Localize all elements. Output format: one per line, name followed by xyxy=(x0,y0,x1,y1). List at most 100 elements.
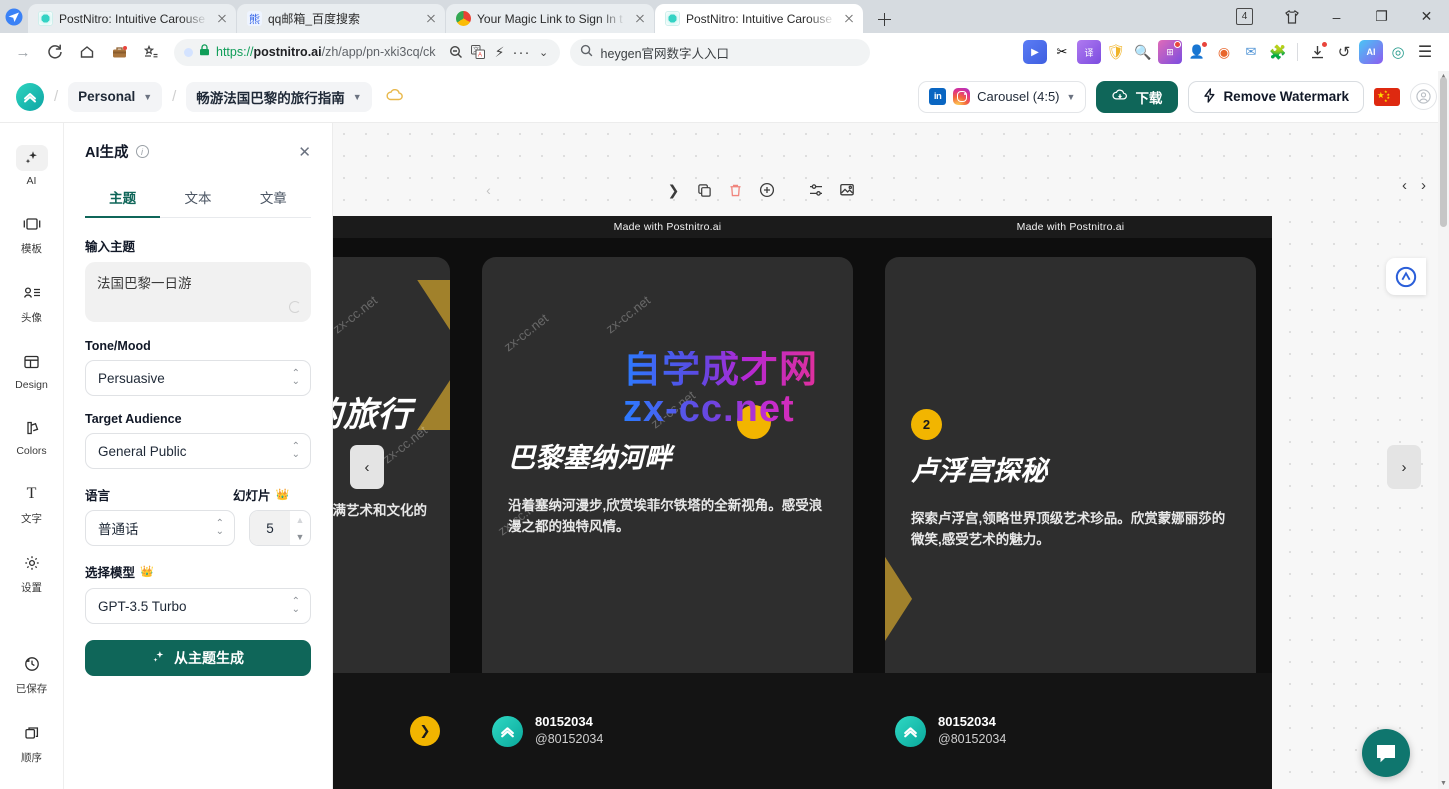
video-icon[interactable]: ▶ xyxy=(1023,40,1047,64)
generate-from-topic-button[interactable]: 从主题生成 xyxy=(85,640,311,676)
close-icon[interactable] xyxy=(423,11,439,27)
tab-article[interactable]: 文章 xyxy=(236,180,311,217)
user-avatar-icon[interactable] xyxy=(1410,83,1437,110)
bookmark-star-icon[interactable] xyxy=(136,37,166,67)
chevron-left-icon[interactable]: ‹ xyxy=(480,182,497,199)
sidebar-item-avatar[interactable]: 头像 xyxy=(4,274,60,331)
translate-card-icon[interactable]: 译 xyxy=(1077,40,1101,64)
image-add-icon[interactable] xyxy=(838,182,855,199)
undo-icon[interactable]: ↺ xyxy=(1332,40,1356,64)
zoom-out-icon[interactable] xyxy=(446,42,466,62)
language-select[interactable]: 普通话 ⌃ ⌄ xyxy=(85,510,235,546)
scrollbar-thumb[interactable] xyxy=(1440,77,1447,227)
aspect-ratio-selector[interactable]: in Carousel (4:5) ▼ xyxy=(918,80,1087,113)
ai-icon[interactable]: AI xyxy=(1359,40,1383,64)
carousel-next-button[interactable]: › xyxy=(1387,445,1421,489)
tab-topic[interactable]: 主题 xyxy=(85,180,161,218)
download-button[interactable]: 下载 xyxy=(1096,80,1179,113)
sidebar-item-ai[interactable]: AI xyxy=(4,139,60,193)
browser-tab-2[interactable]: 熊 qq邮箱_百度搜索 xyxy=(237,4,445,33)
postnitro-badge-icon[interactable] xyxy=(1386,258,1426,295)
trash-icon[interactable] xyxy=(727,182,744,199)
sidebar-item-design[interactable]: Design xyxy=(4,343,60,397)
close-icon[interactable] xyxy=(632,11,648,27)
sidebar-item-templates[interactable]: 模板 xyxy=(4,205,60,262)
chevron-right-icon[interactable]: ❯ xyxy=(665,182,682,199)
remove-watermark-button[interactable]: Remove Watermark xyxy=(1188,80,1364,113)
puzzle-icon[interactable]: 🧩 xyxy=(1266,40,1290,64)
carousel-canvas: Made with Postnitro.ai ❯ zx-cc.net zx-cc… xyxy=(333,123,1438,789)
translate-icon[interactable]: 文A xyxy=(468,42,488,62)
pager-prev-icon[interactable]: ‹ xyxy=(1402,177,1407,194)
home-icon[interactable] xyxy=(72,37,102,67)
search-input[interactable]: heygen官网数字人入口 xyxy=(569,38,870,66)
sidebar-item-settings[interactable]: 设置 xyxy=(4,544,60,601)
grid-chat-icon[interactable]: ⊞ xyxy=(1158,40,1182,64)
scissors-icon[interactable]: ✂ xyxy=(1050,40,1074,64)
watermark-dot-decoration xyxy=(737,405,771,439)
sliders-icon[interactable] xyxy=(807,182,824,199)
arrow-right-icon[interactable]: → xyxy=(8,37,38,67)
stepper-up-icon[interactable]: ▲ xyxy=(290,511,310,528)
browser-tab-4-active[interactable]: PostNitro: Intuitive Carouse xyxy=(655,4,863,33)
mail-icon[interactable]: ✉ xyxy=(1239,40,1263,64)
close-icon[interactable]: ✕ xyxy=(298,143,311,161)
slide-surface-3[interactable]: ❯ 2 卢浮宫探秘 探索卢浮宫,领略世界顶级艺术珍品。欣赏蒙娜丽莎的微笑,感受艺… xyxy=(869,238,1272,673)
scroll-down-arrow[interactable]: ▼ xyxy=(1440,780,1447,787)
sidebar-item-colors[interactable]: Colors xyxy=(4,409,60,463)
chevron-right-icon[interactable]: ❯ xyxy=(410,716,440,746)
stepper-down-icon[interactable]: ▼ xyxy=(290,528,310,545)
briefcase-icon[interactable] xyxy=(104,37,134,67)
duplicate-icon[interactable] xyxy=(696,182,713,199)
cn-flag[interactable]: ★ ★ ★ ★ ★ xyxy=(1374,87,1400,106)
close-icon[interactable] xyxy=(841,11,857,27)
workspace-selector[interactable]: Personal ▼ xyxy=(68,81,163,112)
magnifier-icon[interactable]: 🔍 xyxy=(1131,40,1155,64)
pager-next-icon[interactable]: › xyxy=(1421,177,1426,194)
tab-text[interactable]: 文本 xyxy=(160,180,235,217)
slide-title[interactable]: 卢浮宫探秘 xyxy=(911,456,1232,487)
chevron-down-icon[interactable]: ⌄ xyxy=(534,42,554,62)
sidebar-item-saved[interactable]: 已保存 xyxy=(4,645,60,702)
slide-surface-2[interactable]: zx-cc.net zx-cc.net zx-cc.net zx-cc.net … xyxy=(466,238,869,673)
slide-body[interactable]: 沿着塞纳河漫步,欣赏埃菲尔铁塔的全新视角。感受浪漫之都的独特风情。 xyxy=(508,496,829,538)
maximize-button[interactable]: ❐ xyxy=(1359,0,1404,33)
reload-icon[interactable] xyxy=(40,37,70,67)
tab-count-badge[interactable]: 4 xyxy=(1236,8,1253,25)
slide-body[interactable]: 探索卢浮宫,领略世界顶级艺术珍品。欣赏蒙娜丽莎的微笑,感受艺术的魅力。 xyxy=(911,509,1232,551)
carousel-prev-button[interactable]: ‹ xyxy=(350,445,384,489)
page-scrollbar[interactable]: ▲ ▼ xyxy=(1438,71,1449,789)
sidebar-item-text[interactable]: T 文字 xyxy=(4,475,60,532)
download-icon[interactable] xyxy=(1305,40,1329,64)
close-icon[interactable] xyxy=(214,11,230,27)
weibo-icon[interactable]: ◉ xyxy=(1212,40,1236,64)
quantity-stepper[interactable]: 5 ▲ ▼ xyxy=(249,510,311,546)
slide-body[interactable]: 揭秘巴黎的浪漫之都之谜。发现这座充满艺术和文化的城市背后的秘密! xyxy=(333,501,430,543)
minimize-button[interactable]: – xyxy=(1314,0,1359,33)
tone-select[interactable]: Persuasive ⌃ ⌄ xyxy=(85,360,311,396)
browser-tab-3[interactable]: Your Magic Link to Sign In t xyxy=(446,4,654,33)
chat-bubble-icon[interactable] xyxy=(1362,729,1410,777)
add-circle-icon[interactable] xyxy=(758,182,775,199)
slide-2: ‹ ❯ Made with Postnitro.ai zx-cc.net zx-… xyxy=(466,123,869,789)
audience-select[interactable]: General Public ⌃ ⌄ xyxy=(85,433,311,469)
model-select[interactable]: GPT-3.5 Turbo ⌃ ⌄ xyxy=(85,588,311,624)
topic-input[interactable]: 法国巴黎一日游 xyxy=(85,262,311,322)
lightning-icon[interactable]: ⚡ xyxy=(490,42,510,62)
menu-icon[interactable]: ☰ xyxy=(1413,40,1437,64)
close-window-button[interactable]: ✕ xyxy=(1404,0,1449,33)
browser-tab-1[interactable]: PostNitro: Intuitive Carouse xyxy=(28,4,236,33)
project-selector[interactable]: 畅游法国巴黎的旅行指南 ▼ xyxy=(186,81,372,112)
person-chat-icon[interactable]: 👤 xyxy=(1185,40,1209,64)
shirt-icon[interactable] xyxy=(1269,0,1314,33)
new-tab-button[interactable] xyxy=(870,5,898,33)
language-value: 普通话 xyxy=(98,522,139,537)
slide-title[interactable]: 巴黎塞纳河畔 xyxy=(508,443,829,474)
more-icon[interactable]: ··· xyxy=(512,42,532,62)
shield-icon[interactable]: 🛡 xyxy=(1104,40,1128,64)
info-icon[interactable]: i xyxy=(135,145,149,158)
postnitro-ext-icon[interactable]: ◎ xyxy=(1386,40,1410,64)
postnitro-logo[interactable] xyxy=(16,82,44,111)
address-bar[interactable]: https://postnitro.ai/zh/app/pn-xki3cq/ck… xyxy=(174,38,560,66)
sidebar-item-order[interactable]: 顺序 xyxy=(4,714,60,771)
